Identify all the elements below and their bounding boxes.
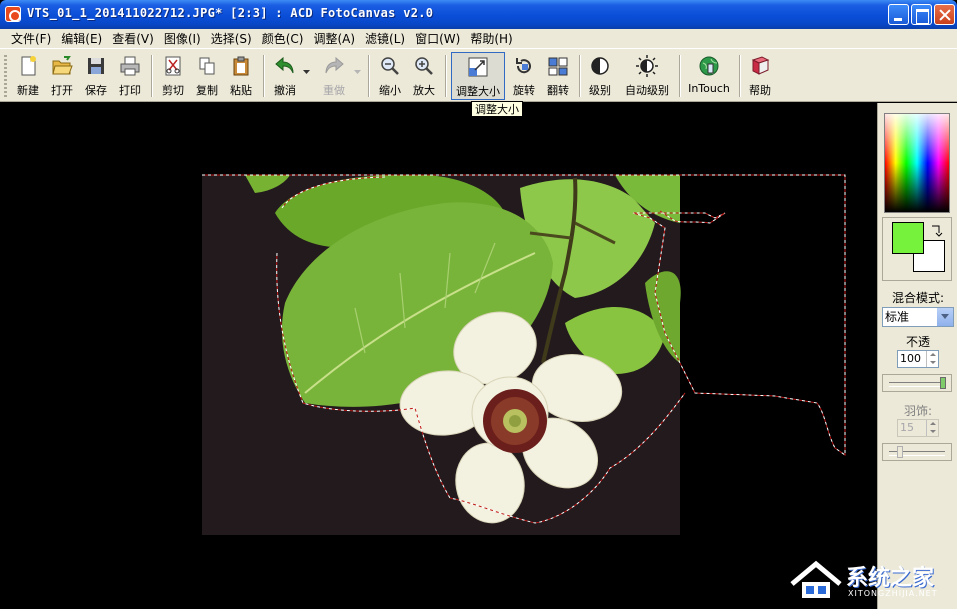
blend-mode-select[interactable]: 标准 xyxy=(882,307,954,327)
menu-edit[interactable]: 编辑(E) xyxy=(56,30,107,47)
window-title: VTS_01_1_201411022712.JPG* [2:3] : ACD F… xyxy=(27,6,434,20)
toolbar-separator xyxy=(151,55,153,97)
blend-mode-value: 标准 xyxy=(885,310,910,324)
opacity-input[interactable]: 100 xyxy=(897,350,939,368)
toolbar: 新建 打开 保存 打印 剪切 复制 粘贴 撤消 重做 缩小 放大 调整大小 旋转… xyxy=(0,48,957,102)
title-bar[interactable]: VTS_01_1_201411022712.JPG* [2:3] : ACD F… xyxy=(0,0,957,29)
close-button[interactable] xyxy=(934,4,955,25)
save-button[interactable]: 保存 xyxy=(80,52,112,100)
menu-select[interactable]: 选择(S) xyxy=(206,30,257,47)
feather-slider[interactable] xyxy=(882,443,952,461)
new-file-icon xyxy=(21,56,36,76)
chevron-down-icon[interactable] xyxy=(936,308,953,326)
open-folder-icon xyxy=(52,56,73,75)
help-button[interactable]: 帮助 xyxy=(744,52,776,100)
menu-adjust[interactable]: 调整(A) xyxy=(308,30,360,47)
toolbar-separator xyxy=(679,55,681,97)
opacity-spinner[interactable] xyxy=(926,351,938,367)
toolbar-separator xyxy=(739,55,741,97)
menu-window[interactable]: 窗口(W) xyxy=(410,30,465,47)
menu-view[interactable]: 查看(V) xyxy=(107,30,159,47)
intouch-button[interactable]: InTouch xyxy=(685,52,733,100)
copy-icon xyxy=(199,57,215,75)
flip-icon xyxy=(548,57,568,76)
rotate-icon xyxy=(516,58,531,74)
toolbar-separator xyxy=(263,55,265,97)
auto-levels-icon xyxy=(636,55,658,77)
toolbar-grip[interactable] xyxy=(4,55,7,97)
opacity-slider-thumb[interactable] xyxy=(940,377,946,389)
paste-clipboard-icon xyxy=(233,56,249,76)
blend-mode-label: 混合模式: xyxy=(891,291,945,305)
levels-button[interactable]: 级别 xyxy=(584,52,616,100)
menu-filter[interactable]: 滤镜(L) xyxy=(360,30,410,47)
zoom-out-icon xyxy=(381,57,399,75)
menu-file[interactable]: 文件(F) xyxy=(6,30,56,47)
redo-dropdown-icon[interactable] xyxy=(354,70,361,75)
cut-button[interactable]: 剪切 xyxy=(157,52,189,100)
feather-slider-thumb[interactable] xyxy=(897,446,903,458)
foreground-color-swatch[interactable] xyxy=(892,222,924,254)
resize-button[interactable]: 调整大小 xyxy=(451,52,505,100)
menu-color[interactable]: 颜色(C) xyxy=(257,30,309,47)
color-swatches xyxy=(882,217,952,281)
save-disk-icon xyxy=(88,58,104,74)
open-button[interactable]: 打开 xyxy=(46,52,78,100)
color-panel: 混合模式: 标准 不透 100 羽饰: 15 xyxy=(877,103,957,609)
zoom-in-button[interactable]: 放大 xyxy=(408,52,440,100)
swap-colors-icon[interactable] xyxy=(929,223,943,237)
watermark-url: XITONGZHIJIA.NET xyxy=(848,589,938,598)
help-book-icon xyxy=(751,56,770,75)
watermark: 系统之家 XITONGZHIJIA.NET xyxy=(786,556,954,606)
intouch-globe-icon xyxy=(699,56,719,76)
menu-bar: 文件(F) 编辑(E) 查看(V) 图像(I) 选择(S) 颜色(C) 调整(A… xyxy=(0,29,957,48)
minimize-button[interactable] xyxy=(888,4,909,25)
redo-button[interactable]: 重做 xyxy=(318,52,350,100)
tooltip: 调整大小 xyxy=(471,101,523,117)
zoom-out-button[interactable]: 缩小 xyxy=(374,52,406,100)
app-icon[interactable] xyxy=(5,6,21,22)
toolbar-separator xyxy=(445,55,447,97)
maximize-button[interactable] xyxy=(911,4,932,25)
feather-input[interactable]: 15 xyxy=(897,419,939,437)
watermark-text: 系统之家 xyxy=(846,566,935,591)
toolbar-separator xyxy=(368,55,370,97)
print-button[interactable]: 打印 xyxy=(114,52,146,100)
rotate-button[interactable]: 旋转 xyxy=(508,52,540,100)
menu-help[interactable]: 帮助(H) xyxy=(465,30,517,47)
canvas-area[interactable] xyxy=(5,103,875,609)
color-spectrum-picker[interactable] xyxy=(884,113,950,213)
house-logo-icon xyxy=(790,560,842,598)
resize-icon xyxy=(468,57,488,77)
toolbar-separator xyxy=(579,55,581,97)
image-canvas[interactable] xyxy=(5,103,875,609)
printer-icon xyxy=(120,56,140,76)
undo-button[interactable]: 撤消 xyxy=(269,52,301,100)
paste-button[interactable]: 粘贴 xyxy=(225,52,257,100)
new-button[interactable]: 新建 xyxy=(12,52,44,100)
copy-button[interactable]: 复制 xyxy=(191,52,223,100)
scissors-icon xyxy=(165,56,181,76)
undo-dropdown-icon[interactable] xyxy=(303,70,310,75)
opacity-label: 不透 xyxy=(905,335,930,349)
redo-arrow-icon xyxy=(325,56,344,74)
flip-button[interactable]: 翻转 xyxy=(542,52,574,100)
feather-spinner[interactable] xyxy=(926,420,938,436)
feather-label: 羽饰: xyxy=(903,404,933,418)
opacity-slider[interactable] xyxy=(882,374,952,392)
undo-arrow-icon xyxy=(275,56,294,74)
menu-image[interactable]: 图像(I) xyxy=(159,30,206,47)
levels-icon xyxy=(591,57,609,75)
zoom-in-icon xyxy=(415,57,433,75)
auto-levels-button[interactable]: 自动级别 xyxy=(620,52,674,100)
